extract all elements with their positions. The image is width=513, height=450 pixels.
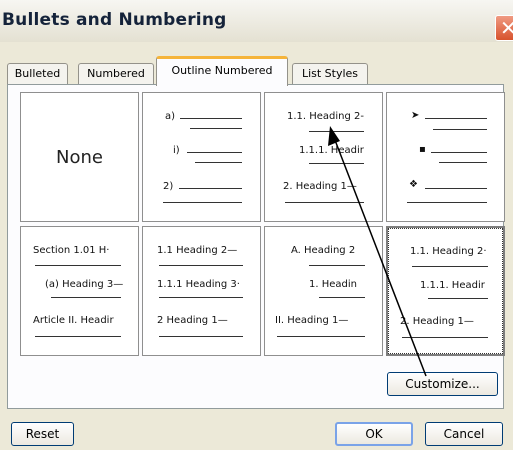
arrow-line bbox=[332, 134, 427, 377]
tab-label: Outline Numbered bbox=[171, 64, 273, 77]
arrow-head bbox=[328, 126, 340, 146]
tab-outline-numbered[interactable]: Outline Numbered bbox=[156, 56, 288, 86]
